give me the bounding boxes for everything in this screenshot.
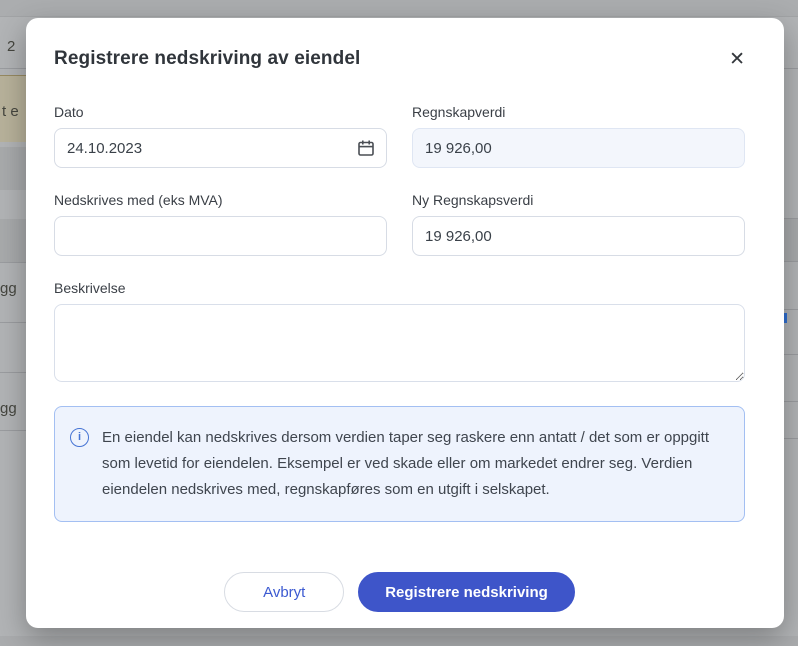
backdrop-divider bbox=[784, 354, 798, 355]
book-value-label: Regnskapverdi bbox=[412, 104, 745, 120]
cancel-button[interactable]: Avbryt bbox=[224, 572, 344, 612]
backdrop-right-strip bbox=[784, 0, 798, 646]
backdrop-divider bbox=[784, 438, 798, 439]
backdrop-bottom-strip bbox=[0, 636, 798, 646]
backdrop-topbar bbox=[0, 0, 798, 17]
backdrop-row bbox=[0, 219, 26, 262]
info-icon: i bbox=[70, 428, 89, 447]
register-writedown-button[interactable]: Registrere nedskriving bbox=[358, 572, 575, 612]
date-input-wrap bbox=[54, 128, 387, 168]
backdrop-text-fragment: gg bbox=[0, 400, 17, 417]
dialog-header: Registrere nedskriving av eiendel ✕ bbox=[54, 48, 745, 70]
date-input[interactable] bbox=[54, 128, 387, 168]
dialog-actions: Avbryt Registrere nedskriving bbox=[54, 572, 745, 612]
writedown-form: Dato Regnskapverdi Nedskrives med (eks M… bbox=[54, 104, 745, 382]
backdrop-row bbox=[784, 218, 798, 261]
new-book-value-input[interactable] bbox=[412, 216, 745, 256]
info-banner-text: En eiendel kan nedskrives dersom verdien… bbox=[102, 425, 729, 503]
backdrop-divider bbox=[784, 218, 798, 219]
register-writedown-dialog: Registrere nedskriving av eiendel ✕ Dato bbox=[26, 18, 784, 628]
info-banner: i En eiendel kan nedskrives dersom verdi… bbox=[54, 406, 745, 522]
backdrop-divider bbox=[0, 322, 26, 323]
writedown-amount-label: Nedskrives med (eks MVA) bbox=[54, 192, 387, 208]
book-value-input bbox=[412, 128, 745, 168]
description-label: Beskrivelse bbox=[54, 280, 745, 296]
book-value-field-group: Regnskapverdi bbox=[412, 104, 745, 168]
backdrop-divider bbox=[0, 430, 26, 431]
description-textarea[interactable] bbox=[54, 304, 745, 382]
backdrop-divider bbox=[784, 68, 798, 69]
date-field-group: Dato bbox=[54, 104, 387, 168]
backdrop-blue-fragment bbox=[784, 313, 787, 323]
new-book-value-field-group: Ny Regnskapsverdi bbox=[412, 192, 745, 256]
writedown-amount-field-group: Nedskrives med (eks MVA) bbox=[54, 192, 387, 256]
close-icon[interactable]: ✕ bbox=[729, 50, 745, 69]
new-book-value-label: Ny Regnskapsverdi bbox=[412, 192, 745, 208]
dialog-title: Registrere nedskriving av eiendel bbox=[54, 48, 360, 70]
backdrop-text-fragment: 2 bbox=[7, 38, 15, 55]
backdrop-text-fragment: t e bbox=[2, 103, 19, 120]
backdrop-divider bbox=[784, 401, 798, 402]
backdrop-row bbox=[0, 147, 26, 190]
date-label: Dato bbox=[54, 104, 387, 120]
backdrop-divider bbox=[0, 262, 26, 263]
backdrop-divider bbox=[784, 309, 798, 310]
backdrop-divider bbox=[0, 372, 26, 373]
backdrop-divider bbox=[0, 68, 26, 69]
description-field-group: Beskrivelse bbox=[54, 280, 745, 382]
calendar-icon[interactable] bbox=[356, 138, 376, 158]
backdrop-text-fragment: gg bbox=[0, 280, 17, 297]
writedown-amount-input[interactable] bbox=[54, 216, 387, 256]
screen: 2 t e gg gg Registrere nedskriving av ei… bbox=[0, 0, 798, 646]
backdrop-divider bbox=[784, 261, 798, 262]
backdrop-left-strip: 2 t e gg gg bbox=[0, 0, 26, 646]
